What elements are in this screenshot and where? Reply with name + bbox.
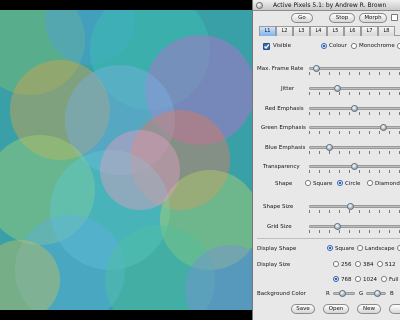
grid-size-knob[interactable]	[334, 223, 342, 230]
layer-tabs: L1 L2 L3 L4 L5 L6 L7 L8	[259, 26, 400, 36]
pixel-canvas[interactable]	[0, 0, 252, 320]
blue-emphasis-knob[interactable]	[325, 144, 333, 151]
shape-size-label: Shape Size	[263, 204, 294, 210]
bg-g-label: G	[359, 291, 364, 297]
jitter-label: Jitter	[281, 86, 295, 92]
max-frame-rate-ticks	[309, 72, 400, 75]
canvas-artwork	[0, 10, 252, 310]
tab-l7[interactable]: L7	[361, 26, 378, 36]
tab-l5[interactable]: L5	[327, 26, 344, 36]
colour-label: Colour	[329, 43, 347, 49]
tab-l3[interactable]: L3	[293, 26, 310, 36]
max-frame-rate-slider[interactable]	[309, 67, 400, 70]
tab-l6[interactable]: L6	[344, 26, 361, 36]
new-button[interactable]: New	[357, 304, 381, 314]
size-512-label: 512	[385, 262, 396, 268]
red-emphasis-label: Red Emphasis	[265, 106, 304, 112]
max-frame-rate-label: Max. Frame Rate	[257, 66, 304, 72]
check-icon	[264, 44, 270, 49]
bg-g-knob[interactable]	[374, 290, 381, 297]
display-shape-square-label: Square	[335, 246, 355, 252]
morph-button[interactable]: Morph	[359, 13, 387, 23]
size-full-radio[interactable]	[381, 276, 387, 282]
size-1024-radio[interactable]	[355, 276, 361, 282]
blue-emphasis-label: Blue Emphasis	[265, 145, 306, 151]
shape-size-slider[interactable]	[309, 205, 400, 208]
display-shape-landscape-radio[interactable]	[357, 245, 363, 251]
visible-checkbox[interactable]	[263, 43, 270, 50]
display-shape-label: Display Shape	[257, 246, 297, 252]
size-256-label: 256	[341, 262, 352, 268]
grid-size-label: Grid Size	[267, 224, 292, 230]
visible-label: Visible	[273, 43, 291, 49]
save-button[interactable]: Save	[291, 304, 315, 314]
stop-button[interactable]: Stop	[329, 13, 355, 23]
tab-l4[interactable]: L4	[310, 26, 327, 36]
bg-r-knob[interactable]	[339, 290, 346, 297]
bg-r-label: R	[326, 291, 330, 297]
display-shape-square-radio[interactable]	[327, 245, 333, 251]
background-color-label: Background Color	[257, 291, 306, 297]
shape-circle-radio[interactable]	[337, 180, 343, 186]
tab-l8[interactable]: L8	[378, 26, 395, 36]
red-emphasis-knob[interactable]	[351, 105, 358, 112]
shape-square-radio[interactable]	[305, 180, 311, 186]
shape-diamond-radio[interactable]	[367, 180, 373, 186]
window-close-icon[interactable]	[256, 2, 263, 9]
transparency-knob[interactable]	[351, 163, 358, 170]
size-768-radio[interactable]	[333, 276, 339, 282]
size-1024-label: 1024	[363, 277, 377, 283]
monochrome-radio[interactable]	[351, 43, 357, 49]
tab-l1[interactable]: L1	[259, 26, 276, 36]
display-shape-landscape-label: Landscape	[365, 246, 395, 252]
shape-circle-label: Circle	[345, 181, 361, 187]
control-panel: Active Pixels 5.1: by Andrew R. Brown Go…	[252, 0, 400, 320]
size-512-radio[interactable]	[377, 261, 383, 267]
jitter-ticks	[309, 92, 400, 95]
jitter-slider[interactable]	[309, 87, 400, 90]
morph-checkbox[interactable]	[391, 14, 398, 21]
transparency-ticks	[309, 170, 400, 173]
size-384-radio[interactable]	[355, 261, 361, 267]
shape-square-label: Square	[313, 181, 333, 187]
size-768-label: 768	[341, 277, 352, 283]
shape-diamond-label: Diamond	[375, 181, 400, 187]
grid-size-ticks	[309, 230, 400, 233]
jitter-knob[interactable]	[334, 85, 342, 92]
green-emphasis-label: Green Emphasis	[261, 125, 306, 131]
canvas-circle	[100, 130, 180, 210]
window-titlebar: Active Pixels 5.1: by Andrew R. Brown	[253, 0, 400, 11]
red-emphasis-ticks	[309, 112, 400, 115]
shape-size-ticks	[309, 210, 400, 213]
open-button[interactable]: Open	[323, 304, 349, 314]
green-emphasis-knob[interactable]	[380, 124, 388, 131]
extra-footer-button[interactable]	[389, 304, 400, 314]
blue-emphasis-ticks	[309, 151, 400, 154]
go-button[interactable]: Go	[291, 13, 313, 23]
colour-radio[interactable]	[321, 43, 327, 49]
window-title: Active Pixels 5.1: by Andrew R. Brown	[273, 2, 387, 9]
divider	[257, 238, 400, 239]
green-emphasis-ticks	[309, 131, 400, 134]
shape-size-knob[interactable]	[346, 203, 354, 210]
size-full-label: Full	[389, 277, 399, 283]
size-384-label: 384	[363, 262, 374, 268]
display-size-label: Display Size	[257, 262, 291, 268]
transparency-label: Transparency	[263, 164, 300, 170]
shape-label: Shape	[275, 181, 293, 187]
monochrome-label: Monochrome	[359, 43, 395, 49]
tab-l2[interactable]: L2	[276, 26, 293, 36]
size-256-radio[interactable]	[333, 261, 339, 267]
grid-size-slider[interactable]	[309, 225, 400, 228]
max-frame-rate-knob[interactable]	[313, 65, 321, 72]
blue-emphasis-slider[interactable]	[309, 146, 400, 149]
bg-b-label: B	[390, 291, 394, 297]
